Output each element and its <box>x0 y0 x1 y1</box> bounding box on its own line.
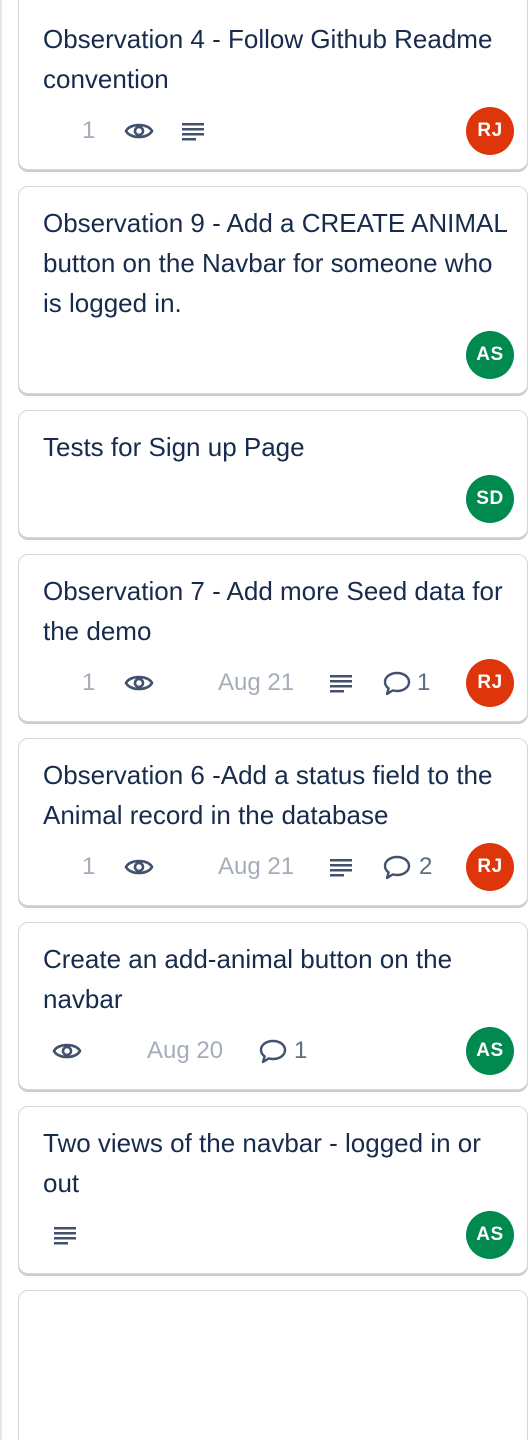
comment-count: 1 <box>294 1037 308 1064</box>
card-partial[interactable] <box>18 1290 528 1440</box>
eye-icon <box>124 672 154 694</box>
card-badges: 1 RJ <box>19 107 527 155</box>
watch-count: 1 <box>82 117 96 144</box>
avatar[interactable]: AS <box>466 1027 514 1075</box>
list-left-border <box>0 0 2 1440</box>
card-title: Observation 6 -Add a status field to the… <box>43 760 493 830</box>
card-badges: SD <box>19 475 527 523</box>
card-observation-6[interactable]: Observation 6 -Add a status field to the… <box>18 738 528 906</box>
eye-icon <box>124 856 154 878</box>
due-date: Aug 21 <box>218 669 295 696</box>
card-badges: AS <box>19 1211 527 1259</box>
eye-icon <box>124 120 154 142</box>
avatar[interactable]: SD <box>466 475 514 523</box>
watch-count: 1 <box>82 669 96 696</box>
card-observation-9[interactable]: Observation 9 - Add a CREATE ANIMAL butt… <box>18 186 528 394</box>
comment-count: 2 <box>419 853 433 880</box>
watch-count: 1 <box>82 853 96 880</box>
avatar[interactable]: AS <box>466 331 514 379</box>
card-badges: Aug 20 1 AS <box>19 1027 527 1075</box>
avatar[interactable]: RJ <box>466 659 514 707</box>
comment-count: 1 <box>417 669 431 696</box>
card-add-animal-button[interactable]: Create an add-animal button on the navba… <box>18 922 528 1090</box>
card-title: Tests for Sign up Page <box>43 432 305 462</box>
card-title: Observation 7 - Add more Seed data for t… <box>43 576 503 646</box>
card-badges: 1 Aug 21 2 RJ <box>19 843 527 891</box>
card-title: Observation 9 - Add a CREATE ANIMAL butt… <box>43 208 507 318</box>
card-tests-sign-up[interactable]: Tests for Sign up Page SD <box>18 410 528 538</box>
card-badges: AS <box>19 331 527 379</box>
card-observation-4[interactable]: Observation 4 - Follow Github Readme con… <box>18 0 528 170</box>
due-date: Aug 20 <box>147 1037 224 1064</box>
avatar[interactable]: RJ <box>466 107 514 155</box>
card-observation-7[interactable]: Observation 7 - Add more Seed data for t… <box>18 554 528 722</box>
description-icon <box>181 121 205 141</box>
card-title: Observation 4 - Follow Github Readme con… <box>43 24 493 94</box>
avatar[interactable]: RJ <box>466 843 514 891</box>
comment-icon <box>383 854 411 880</box>
comment-icon <box>383 670 411 696</box>
comment-icon <box>259 1038 287 1064</box>
card-title: Create an add-animal button on the navba… <box>43 944 453 1014</box>
description-icon <box>329 857 353 877</box>
card-badges: 1 Aug 21 1 RJ <box>19 659 527 707</box>
eye-icon <box>52 1040 82 1062</box>
avatar[interactable]: AS <box>466 1211 514 1259</box>
description-icon <box>329 673 353 693</box>
description-icon <box>53 1225 77 1245</box>
card-two-views-navbar[interactable]: Two views of the navbar - logged in or o… <box>18 1106 528 1274</box>
due-date: Aug 21 <box>218 853 295 880</box>
card-title: Two views of the navbar - logged in or o… <box>43 1128 481 1198</box>
